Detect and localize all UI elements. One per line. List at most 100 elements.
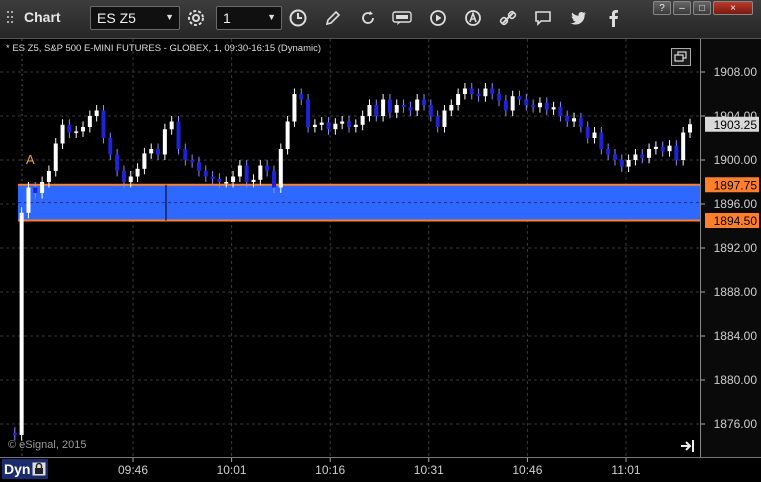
candle-body[interactable] xyxy=(169,121,174,130)
candle-body[interactable] xyxy=(278,149,283,188)
candle-body[interactable] xyxy=(572,118,577,122)
candle-body[interactable] xyxy=(142,153,147,169)
comment-button[interactable] xyxy=(530,6,556,30)
candle-body[interactable] xyxy=(33,187,38,194)
chevron-down-icon[interactable]: ▼ xyxy=(267,12,276,22)
candle-body[interactable] xyxy=(74,131,79,133)
candle-body[interactable] xyxy=(108,138,113,155)
draw-button[interactable] xyxy=(320,6,346,30)
interval-settings-button[interactable] xyxy=(285,6,311,30)
scroll-to-end-button[interactable] xyxy=(680,439,696,453)
candle-body[interactable] xyxy=(360,116,365,125)
candle-body[interactable] xyxy=(688,124,692,133)
candle-body[interactable] xyxy=(619,160,624,167)
candle-body[interactable] xyxy=(94,110,99,117)
candle-body[interactable] xyxy=(462,88,467,95)
get-button[interactable] xyxy=(390,6,416,30)
candle-body[interactable] xyxy=(401,105,406,108)
candle-body[interactable] xyxy=(422,99,427,106)
candle-body[interactable] xyxy=(265,165,270,172)
candle-body[interactable] xyxy=(319,122,324,125)
candle-body[interactable] xyxy=(640,154,645,158)
candle-body[interactable] xyxy=(135,168,140,177)
candle-body[interactable] xyxy=(299,94,304,100)
candle-body[interactable] xyxy=(374,105,379,116)
candle-body[interactable] xyxy=(237,165,242,177)
candle-body[interactable] xyxy=(190,160,195,163)
time-axis[interactable]: Dyn 09:46 10:01 10:16 10:31 10:46 11:01 xyxy=(0,457,761,482)
close-button[interactable]: × xyxy=(713,1,753,15)
candle-body[interactable] xyxy=(217,178,222,182)
candle-body[interactable] xyxy=(612,154,617,161)
candle-body[interactable] xyxy=(203,171,208,177)
candle-body[interactable] xyxy=(667,145,672,152)
candle-body[interactable] xyxy=(647,149,652,158)
candle-body[interactable] xyxy=(660,146,665,152)
play-button[interactable] xyxy=(425,6,451,30)
chart-plot-area[interactable]: * ES Z5, S&P 500 E-MINI FUTURES - GLOBEX… xyxy=(0,39,700,457)
candle-body[interactable] xyxy=(115,154,120,172)
candle-body[interactable] xyxy=(46,171,51,182)
candle-body[interactable] xyxy=(19,212,24,435)
candle-body[interactable] xyxy=(449,105,454,111)
candle-body[interactable] xyxy=(592,132,597,139)
candle-body[interactable] xyxy=(251,179,256,182)
candle-body[interactable] xyxy=(537,102,542,108)
candle-body[interactable] xyxy=(326,122,331,130)
candle-body[interactable] xyxy=(510,96,515,111)
candle-body[interactable] xyxy=(367,105,372,116)
candle-body[interactable] xyxy=(633,154,638,161)
help-button[interactable]: ? xyxy=(653,1,671,15)
candle-body[interactable] xyxy=(53,143,58,172)
candle-body[interactable] xyxy=(101,110,106,139)
candle-body[interactable] xyxy=(306,99,311,128)
candle-body[interactable] xyxy=(176,121,181,150)
candle-body[interactable] xyxy=(578,118,583,127)
link-button[interactable] xyxy=(495,6,521,30)
candle-body[interactable] xyxy=(333,123,338,130)
candle-body[interactable] xyxy=(340,121,345,124)
candle-body[interactable] xyxy=(531,105,536,108)
interval-input[interactable]: 1 ▼ xyxy=(216,6,282,30)
candle-body[interactable] xyxy=(442,110,447,128)
candle-body[interactable] xyxy=(408,107,413,111)
candle-body[interactable] xyxy=(244,165,249,183)
candle-body[interactable] xyxy=(428,105,433,116)
candle-body[interactable] xyxy=(551,107,556,110)
candle-body[interactable] xyxy=(231,176,236,183)
candle-body[interactable] xyxy=(149,149,154,154)
candle-body[interactable] xyxy=(60,124,65,144)
symbol-settings-button[interactable] xyxy=(183,6,209,30)
candle-body[interactable] xyxy=(381,99,386,117)
candle-body[interactable] xyxy=(347,121,351,128)
candle-body[interactable] xyxy=(483,88,488,97)
candle-body[interactable] xyxy=(524,99,529,106)
candle-body[interactable] xyxy=(183,149,188,160)
candle-body[interactable] xyxy=(156,149,161,155)
candle-body[interactable] xyxy=(353,124,358,127)
candle-body[interactable] xyxy=(87,116,92,127)
candle-body[interactable] xyxy=(456,94,461,105)
candle-body[interactable] xyxy=(271,171,276,188)
candle-body[interactable] xyxy=(476,94,481,97)
candle-body[interactable] xyxy=(415,99,420,111)
candle-body[interactable] xyxy=(517,96,522,100)
window-title[interactable]: Chart xyxy=(6,9,61,25)
candle-body[interactable] xyxy=(585,127,590,138)
candle-body[interactable] xyxy=(681,132,686,161)
candle-body[interactable] xyxy=(565,116,570,122)
chevron-down-icon[interactable]: ▼ xyxy=(165,12,174,22)
candle-body[interactable] xyxy=(292,94,297,122)
candle-body[interactable] xyxy=(162,129,167,155)
candle-body[interactable] xyxy=(435,116,440,127)
facebook-button[interactable] xyxy=(600,6,626,30)
candle-body[interactable] xyxy=(674,145,679,160)
refresh-button[interactable] xyxy=(355,6,381,30)
candle-body[interactable] xyxy=(258,165,263,180)
alert-button[interactable] xyxy=(460,6,486,30)
restore-pane-button[interactable] xyxy=(671,48,691,66)
candle-body[interactable] xyxy=(67,124,72,133)
candle-body[interactable] xyxy=(121,171,126,182)
candle-body[interactable] xyxy=(196,162,201,171)
candle-body[interactable] xyxy=(497,94,502,101)
